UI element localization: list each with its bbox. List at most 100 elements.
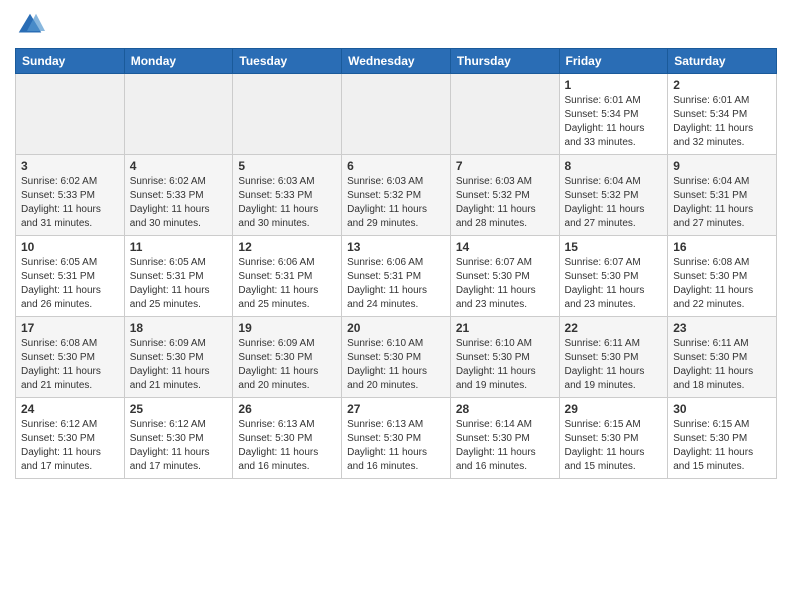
calendar-week-1: 1 Sunrise: 6:01 AM Sunset: 5:34 PM Daylig… — [16, 74, 777, 155]
day-info: Sunrise: 6:02 AM Sunset: 5:33 PM Dayligh… — [130, 175, 228, 231]
page-header — [15, 10, 777, 40]
calendar-cell — [450, 74, 559, 155]
day-info: Sunrise: 6:11 AM Sunset: 5:30 PM Dayligh… — [565, 337, 663, 393]
day-number: 28 — [456, 402, 554, 416]
day-info: Sunrise: 6:01 AM Sunset: 5:34 PM Dayligh… — [673, 94, 771, 150]
calendar-cell: 23 Sunrise: 6:11 AM Sunset: 5:30 PM Dayli… — [668, 317, 777, 398]
day-number: 30 — [673, 402, 771, 416]
day-number: 4 — [130, 159, 228, 173]
calendar-table: SundayMondayTuesdayWednesdayThursdayFrid… — [15, 48, 777, 479]
day-number: 14 — [456, 240, 554, 254]
day-info: Sunrise: 6:08 AM Sunset: 5:30 PM Dayligh… — [21, 337, 119, 393]
day-info: Sunrise: 6:07 AM Sunset: 5:30 PM Dayligh… — [565, 256, 663, 312]
calendar-cell: 5 Sunrise: 6:03 AM Sunset: 5:33 PM Daylig… — [233, 155, 342, 236]
day-info: Sunrise: 6:13 AM Sunset: 5:30 PM Dayligh… — [238, 418, 336, 474]
day-info: Sunrise: 6:03 AM Sunset: 5:32 PM Dayligh… — [456, 175, 554, 231]
weekday-header-tuesday: Tuesday — [233, 49, 342, 74]
day-info: Sunrise: 6:05 AM Sunset: 5:31 PM Dayligh… — [21, 256, 119, 312]
calendar-cell: 26Sunrise: 6:13 AM Sunset: 5:30 PM Dayli… — [233, 398, 342, 479]
calendar-cell — [124, 74, 233, 155]
day-number: 8 — [565, 159, 663, 173]
calendar-cell — [342, 74, 451, 155]
day-number: 20 — [347, 321, 445, 335]
day-number: 25 — [130, 402, 228, 416]
day-info: Sunrise: 6:09 AM Sunset: 5:30 PM Dayligh… — [238, 337, 336, 393]
day-number: 3 — [21, 159, 119, 173]
calendar-cell: 13 Sunrise: 6:06 AM Sunset: 5:31 PM Dayli… — [342, 236, 451, 317]
page: SundayMondayTuesdayWednesdayThursdayFrid… — [0, 0, 792, 489]
day-number: 9 — [673, 159, 771, 173]
day-info: Sunrise: 6:03 AM Sunset: 5:33 PM Dayligh… — [238, 175, 336, 231]
day-info: Sunrise: 6:11 AM Sunset: 5:30 PM Dayligh… — [673, 337, 771, 393]
calendar-cell: 14 Sunrise: 6:07 AM Sunset: 5:30 PM Dayli… — [450, 236, 559, 317]
day-number: 21 — [456, 321, 554, 335]
calendar-cell: 20 Sunrise: 6:10 AM Sunset: 5:30 PM Dayli… — [342, 317, 451, 398]
day-number: 23 — [673, 321, 771, 335]
calendar-cell: 16Sunrise: 6:08 AM Sunset: 5:30 PM Dayli… — [668, 236, 777, 317]
calendar-cell: 1Sunrise: 6:01 AM Sunset: 5:34 PM Daylig… — [559, 74, 668, 155]
calendar-cell: 11 Sunrise: 6:05 AM Sunset: 5:31 PM Dayli… — [124, 236, 233, 317]
calendar-cell: 3 Sunrise: 6:02 AM Sunset: 5:33 PM Daylig… — [16, 155, 125, 236]
day-number: 12 — [238, 240, 336, 254]
calendar-cell: 10 Sunrise: 6:05 AM Sunset: 5:31 PM Dayli… — [16, 236, 125, 317]
logo — [15, 10, 49, 40]
day-info: Sunrise: 6:15 AM Sunset: 5:30 PM Dayligh… — [673, 418, 771, 474]
day-info: Sunrise: 6:07 AM Sunset: 5:30 PM Dayligh… — [456, 256, 554, 312]
day-info: Sunrise: 6:09 AM Sunset: 5:30 PM Dayligh… — [130, 337, 228, 393]
calendar-week-4: 17 Sunrise: 6:08 AM Sunset: 5:30 PM Dayli… — [16, 317, 777, 398]
calendar-cell: 18 Sunrise: 6:09 AM Sunset: 5:30 PM Dayli… — [124, 317, 233, 398]
weekday-header-sunday: Sunday — [16, 49, 125, 74]
day-info: Sunrise: 6:06 AM Sunset: 5:31 PM Dayligh… — [238, 256, 336, 312]
day-info: Sunrise: 6:02 AM Sunset: 5:33 PM Dayligh… — [21, 175, 119, 231]
day-number: 7 — [456, 159, 554, 173]
calendar-cell: 2 Sunrise: 6:01 AM Sunset: 5:34 PM Daylig… — [668, 74, 777, 155]
weekday-header-row: SundayMondayTuesdayWednesdayThursdayFrid… — [16, 49, 777, 74]
day-number: 1 — [565, 78, 663, 92]
logo-icon — [15, 10, 45, 40]
day-info: Sunrise: 6:05 AM Sunset: 5:31 PM Dayligh… — [130, 256, 228, 312]
calendar-cell: 21Sunrise: 6:10 AM Sunset: 5:30 PM Dayli… — [450, 317, 559, 398]
day-info: Sunrise: 6:14 AM Sunset: 5:30 PM Dayligh… — [456, 418, 554, 474]
calendar-cell — [16, 74, 125, 155]
calendar-cell: 30 Sunrise: 6:15 AM Sunset: 5:30 PM Dayli… — [668, 398, 777, 479]
day-number: 2 — [673, 78, 771, 92]
day-number: 29 — [565, 402, 663, 416]
day-info: Sunrise: 6:10 AM Sunset: 5:30 PM Dayligh… — [347, 337, 445, 393]
weekday-header-monday: Monday — [124, 49, 233, 74]
calendar-cell: 24Sunrise: 6:12 AM Sunset: 5:30 PM Dayli… — [16, 398, 125, 479]
day-number: 5 — [238, 159, 336, 173]
day-number: 17 — [21, 321, 119, 335]
calendar-cell: 27 Sunrise: 6:13 AM Sunset: 5:30 PM Dayli… — [342, 398, 451, 479]
day-info: Sunrise: 6:04 AM Sunset: 5:31 PM Dayligh… — [673, 175, 771, 231]
day-number: 13 — [347, 240, 445, 254]
calendar-cell: 17 Sunrise: 6:08 AM Sunset: 5:30 PM Dayli… — [16, 317, 125, 398]
weekday-header-friday: Friday — [559, 49, 668, 74]
calendar-week-2: 3 Sunrise: 6:02 AM Sunset: 5:33 PM Daylig… — [16, 155, 777, 236]
calendar-cell: 4 Sunrise: 6:02 AM Sunset: 5:33 PM Daylig… — [124, 155, 233, 236]
calendar-cell: 7 Sunrise: 6:03 AM Sunset: 5:32 PM Daylig… — [450, 155, 559, 236]
day-info: Sunrise: 6:03 AM Sunset: 5:32 PM Dayligh… — [347, 175, 445, 231]
day-number: 18 — [130, 321, 228, 335]
calendar-cell: 6 Sunrise: 6:03 AM Sunset: 5:32 PM Daylig… — [342, 155, 451, 236]
calendar-cell: 29 Sunrise: 6:15 AM Sunset: 5:30 PM Dayli… — [559, 398, 668, 479]
calendar-cell — [233, 74, 342, 155]
day-number: 6 — [347, 159, 445, 173]
day-number: 11 — [130, 240, 228, 254]
day-number: 16 — [673, 240, 771, 254]
calendar-cell: 22Sunrise: 6:11 AM Sunset: 5:30 PM Dayli… — [559, 317, 668, 398]
day-number: 10 — [21, 240, 119, 254]
calendar-cell: 25 Sunrise: 6:12 AM Sunset: 5:30 PM Dayli… — [124, 398, 233, 479]
day-number: 19 — [238, 321, 336, 335]
day-number: 15 — [565, 240, 663, 254]
day-number: 27 — [347, 402, 445, 416]
calendar-cell: 9 Sunrise: 6:04 AM Sunset: 5:31 PM Daylig… — [668, 155, 777, 236]
weekday-header-wednesday: Wednesday — [342, 49, 451, 74]
day-info: Sunrise: 6:15 AM Sunset: 5:30 PM Dayligh… — [565, 418, 663, 474]
day-info: Sunrise: 6:12 AM Sunset: 5:30 PM Dayligh… — [21, 418, 119, 474]
calendar-week-5: 24Sunrise: 6:12 AM Sunset: 5:30 PM Dayli… — [16, 398, 777, 479]
day-info: Sunrise: 6:13 AM Sunset: 5:30 PM Dayligh… — [347, 418, 445, 474]
weekday-header-saturday: Saturday — [668, 49, 777, 74]
calendar-cell: 19 Sunrise: 6:09 AM Sunset: 5:30 PM Dayli… — [233, 317, 342, 398]
day-info: Sunrise: 6:06 AM Sunset: 5:31 PM Dayligh… — [347, 256, 445, 312]
day-info: Sunrise: 6:12 AM Sunset: 5:30 PM Dayligh… — [130, 418, 228, 474]
